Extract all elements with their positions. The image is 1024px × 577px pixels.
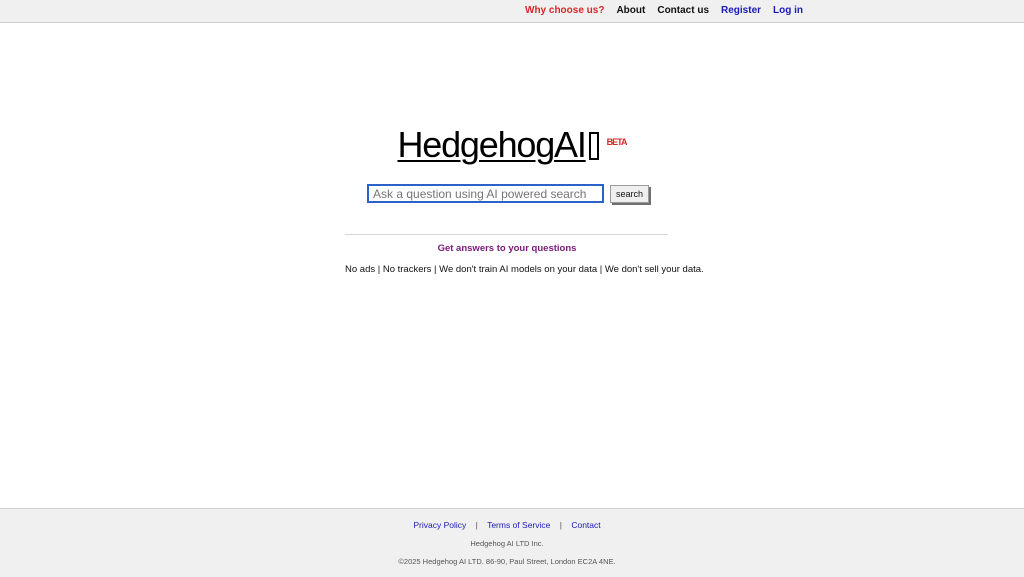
footer-separator: | (475, 520, 478, 530)
logo-glyph-icon (588, 132, 599, 160)
logo-area: HedgehogAI BETA (0, 124, 1024, 166)
footer-contact-link[interactable]: Contact (571, 520, 600, 530)
search-input[interactable] (367, 184, 604, 203)
nav-about[interactable]: About (616, 5, 645, 16)
footer-privacy-policy-link[interactable]: Privacy Policy (413, 520, 466, 530)
nav-why-choose-us[interactable]: Why choose us? (525, 5, 604, 16)
footer: Privacy Policy | Terms of Service | Cont… (0, 508, 1024, 577)
tagline: Get answers to your questions (437, 243, 577, 254)
beta-badge: BETA (606, 137, 628, 147)
nav-log-in[interactable]: Log in (773, 5, 803, 16)
site-logo-link[interactable]: HedgehogAI BETA (397, 124, 628, 166)
search-form: search (367, 184, 650, 203)
footer-separator: | (559, 520, 562, 530)
nav-register[interactable]: Register (721, 5, 761, 16)
company-name: Hedgehog AI LTD Inc. (470, 539, 544, 548)
top-bar: Why choose us? About Contact us Register… (0, 0, 1024, 23)
divider (345, 234, 668, 235)
footer-links: Privacy Policy | Terms of Service | Cont… (0, 520, 1014, 530)
features-text: No ads | No trackers | We don't train AI… (345, 264, 704, 275)
nav-contact-us[interactable]: Contact us (657, 5, 709, 16)
copyright-text: ©2025 Hedgehog AI LTD. 86-90, Paul Stree… (398, 557, 616, 566)
footer-terms-link[interactable]: Terms of Service (487, 520, 550, 530)
logo-text: HedgehogAI (397, 124, 586, 165)
top-navigation: Why choose us? About Contact us Register… (525, 5, 815, 16)
search-button[interactable]: search (610, 184, 650, 203)
